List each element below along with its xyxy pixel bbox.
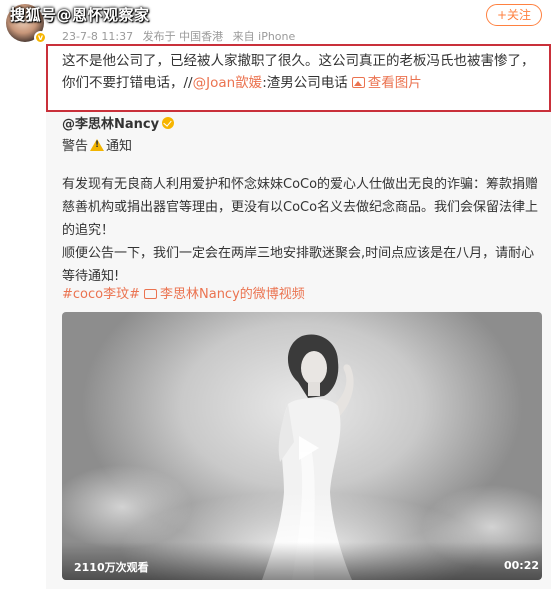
view-image-link[interactable]: 查看图片 [368, 75, 422, 91]
warning-suffix: 通知 [106, 139, 133, 154]
warning-icon [90, 139, 105, 151]
repost-author-name[interactable]: @李思林Nancy [62, 117, 159, 132]
verified-badge-icon: v [34, 31, 47, 44]
play-icon[interactable] [289, 430, 325, 466]
verified-icon [162, 117, 175, 129]
mention-link[interactable]: @Joan歆媛 [193, 75, 263, 91]
post-device: 来自 iPhone [232, 30, 296, 43]
video-duration: 00:22 [504, 559, 540, 572]
post-meta: 23-7-8 11:37 发布于 中国香港 来自 iPhone [62, 28, 301, 44]
post-location: 发布于 中国香港 [142, 30, 224, 43]
repost-body: 有发现有无良商人利用爱护和怀念妹妹CoCo的爱心人仕做出无良的诈骗：筹款捐赠慈善… [62, 173, 544, 288]
post-text: 这不是他公司了，已经被人家撤职了很久。这公司真正的老板冯氏也被害惨了，你们不要打… [62, 50, 546, 94]
video-player[interactable]: 2110万次观看 00:22 [62, 312, 542, 580]
follow-button[interactable]: +关注 [486, 4, 542, 26]
watermark: 搜狐号@恩怀观察家 [10, 6, 150, 24]
topic-line: #coco李玟# 李思林Nancy的微博视频 [62, 283, 305, 302]
repost-paragraph-2: 顺便公告一下，我们一定会在两岸三地安排歌迷聚会,时间点应该是在八月，请耐心等待通… [62, 246, 535, 284]
post-date: 23-7-8 11:37 [62, 30, 134, 43]
video-link[interactable]: 李思林Nancy的微博视频 [160, 287, 305, 302]
topic-link[interactable]: #coco李玟# [62, 287, 140, 302]
mention-suffix: :渣男公司电话 [262, 75, 348, 91]
image-icon [351, 77, 365, 88]
repost-paragraph-1: 有发现有无良商人利用爱护和怀念妹妹CoCo的爱心人仕做出无良的诈骗：筹款捐赠慈善… [62, 177, 539, 238]
warning-prefix: 警告 [62, 139, 89, 154]
repost-author[interactable]: @李思林Nancy [62, 113, 175, 132]
video-icon [144, 289, 157, 299]
view-count: 2110万次观看 [74, 561, 149, 574]
warning-line: 警告 通知 [62, 135, 132, 154]
